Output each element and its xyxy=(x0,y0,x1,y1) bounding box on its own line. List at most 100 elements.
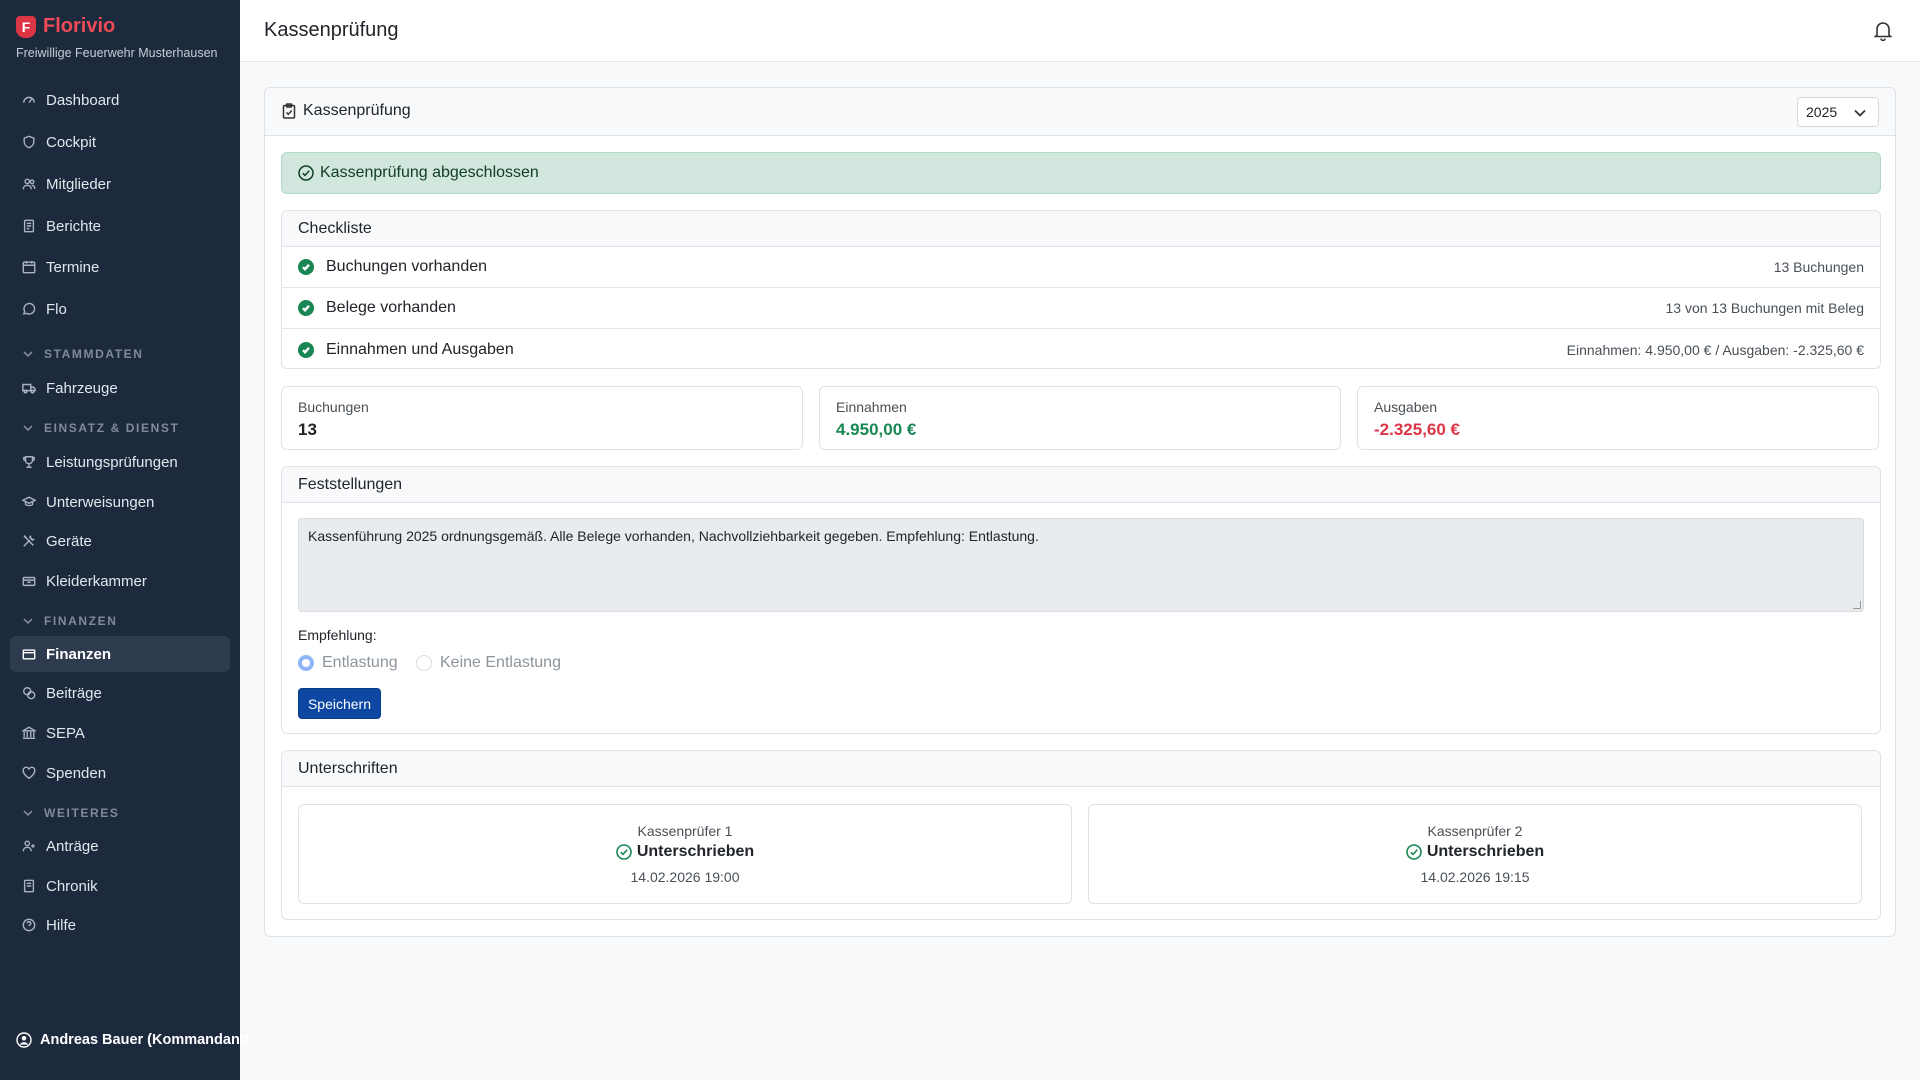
sidebar-item-label: Fahrzeuge xyxy=(46,379,118,397)
brand[interactable]: F Florivio xyxy=(16,15,115,38)
radio-selected-icon xyxy=(298,655,314,671)
sidebar-item-cockpit[interactable]: Cockpit xyxy=(10,124,230,160)
checklist-row: Einnahmen und Ausgaben Einnahmen: 4.950,… xyxy=(282,329,1880,370)
sidebar-item-label: Cockpit xyxy=(46,133,97,151)
section-weiteres[interactable]: WEITERES xyxy=(22,806,119,820)
check-filled-icon xyxy=(298,341,314,358)
sidebar-item-spenden[interactable]: Spenden xyxy=(10,755,230,791)
coins-icon xyxy=(22,686,36,700)
checklist-panel: Checkliste Buchungen vorhanden 13 Buchun… xyxy=(281,210,1881,369)
org-name: Freiwillige Feuerwehr Musterhausen xyxy=(16,46,218,60)
truck-icon xyxy=(22,381,36,395)
sidebar-item-label: Termine xyxy=(46,258,100,276)
stat-buchungen: Buchungen 13 xyxy=(281,386,803,450)
chevron-down-icon xyxy=(22,615,34,627)
sidebar-item-flo[interactable]: Flo xyxy=(10,291,230,327)
shield-icon xyxy=(22,135,36,149)
sidebar-item-label: SEPA xyxy=(46,724,85,742)
sidebar-item-leistungspruefungen[interactable]: Leistungsprüfungen xyxy=(10,444,230,480)
people-icon xyxy=(22,177,36,191)
sidebar-item-berichte[interactable]: Berichte xyxy=(10,208,230,244)
kassenpruefung-card: Kassenprüfung 2025 Kassenprüfung abgesch… xyxy=(264,87,1896,937)
sidebar-item-finanzen[interactable]: Finanzen xyxy=(10,636,230,672)
radio-unselected-icon xyxy=(416,655,432,671)
sidebar-item-hilfe[interactable]: Hilfe xyxy=(10,907,230,943)
box-icon xyxy=(22,574,36,588)
sidebar-item-mitglieder[interactable]: Mitglieder xyxy=(10,166,230,202)
section-finanzen[interactable]: FINANZEN xyxy=(22,614,117,628)
section-stammdaten[interactable]: STAMMDATEN xyxy=(22,347,144,361)
question-icon xyxy=(22,918,36,932)
sidebar-item-antraege[interactable]: Anträge xyxy=(10,828,230,864)
check-circle-icon xyxy=(1406,844,1422,860)
user-menu[interactable]: Andreas Bauer (Kommandant) xyxy=(16,1032,249,1048)
sidebar-item-beitraege[interactable]: Beiträge xyxy=(10,675,230,711)
sidebar-item-label: Dashboard xyxy=(46,91,120,109)
tools-icon xyxy=(22,534,36,548)
check-circle-icon xyxy=(298,165,314,181)
heart-icon xyxy=(22,766,36,780)
sidebar-item-label: Finanzen xyxy=(46,645,112,663)
wallet-icon xyxy=(22,647,36,661)
sidebar-item-sepa[interactable]: SEPA xyxy=(10,715,230,751)
bank-icon xyxy=(22,726,36,740)
sidebar-item-label: Chronik xyxy=(46,877,98,895)
checklist-row: Buchungen vorhanden 13 Buchungen xyxy=(282,247,1880,288)
mortarboard-icon xyxy=(22,495,36,509)
card-header: Kassenprüfung 2025 xyxy=(265,88,1895,136)
sidebar-item-label: Mitglieder xyxy=(46,175,112,193)
stat-ausgaben: Ausgaben -2.325,60 € xyxy=(1357,386,1879,450)
signatures-panel: Unterschriften Kassenprüfer 1 Unterschri… xyxy=(281,750,1881,920)
user-circle-icon xyxy=(16,1032,32,1048)
sidebar-item-dashboard[interactable]: Dashboard xyxy=(10,82,230,118)
section-einsatz-dienst[interactable]: EINSATZ & DIENST xyxy=(22,421,179,435)
chevron-down-icon xyxy=(1854,109,1866,117)
check-circle-icon xyxy=(616,844,632,860)
sidebar-item-label: Flo xyxy=(46,300,67,318)
bell-icon[interactable] xyxy=(1872,19,1894,42)
chevron-down-icon xyxy=(22,422,34,434)
sidebar-item-termine[interactable]: Termine xyxy=(10,249,230,285)
sidebar-item-label: Berichte xyxy=(46,217,102,235)
radio-entlastung[interactable]: Entlastung xyxy=(298,654,398,672)
sidebar-item-chronik[interactable]: Chronik xyxy=(10,868,230,904)
checklist-row: Belege vorhanden 13 von 13 Buchungen mit… xyxy=(282,288,1880,329)
chat-icon xyxy=(22,302,36,316)
florivio-logo-icon: F xyxy=(16,15,36,38)
calendar-icon xyxy=(22,260,36,274)
trophy-icon xyxy=(22,455,36,469)
sidebar-item-kleiderkammer[interactable]: Kleiderkammer xyxy=(10,563,230,599)
person-plus-icon xyxy=(22,839,36,853)
sidebar-item-label: Unterweisungen xyxy=(46,493,155,511)
sidebar-item-geraete[interactable]: Geräte xyxy=(10,523,230,559)
chevron-down-icon xyxy=(22,807,34,819)
sidebar: F Florivio Freiwillige Feuerwehr Musterh… xyxy=(0,0,249,1080)
findings-title: Feststellungen xyxy=(282,467,1880,503)
stat-einnahmen: Einnahmen 4.950,00 € xyxy=(819,386,1341,450)
top-header: Kassenprüfung xyxy=(240,0,1920,62)
check-filled-icon xyxy=(298,300,314,316)
checklist-title: Checkliste xyxy=(282,211,1880,247)
findings-textarea[interactable]: Kassenführung 2025 ordnungsgemäß. Alle B… xyxy=(298,518,1864,612)
clipboard-check-icon xyxy=(282,103,296,119)
status-alert: Kassenprüfung abgeschlossen xyxy=(281,152,1881,194)
year-select[interactable]: 2025 xyxy=(1797,97,1879,127)
document-icon xyxy=(22,219,36,233)
chevron-down-icon xyxy=(22,348,34,360)
save-button[interactable]: Speichern xyxy=(298,688,381,719)
sidebar-item-unterweisungen[interactable]: Unterweisungen xyxy=(10,484,230,520)
check-filled-icon xyxy=(298,259,314,275)
signatures-title: Unterschriften xyxy=(282,751,1880,787)
resize-handle-icon[interactable] xyxy=(1853,601,1861,609)
recommendation-label: Empfehlung: xyxy=(298,627,377,643)
user-name: Andreas Bauer (Kommandant) xyxy=(40,1032,250,1048)
sidebar-item-label: Spenden xyxy=(46,764,107,782)
radio-keine-entlastung[interactable]: Keine Entlastung xyxy=(416,654,561,672)
sidebar-item-label: Hilfe xyxy=(46,916,77,934)
page-title: Kassenprüfung xyxy=(264,19,399,41)
gauge-icon xyxy=(22,93,36,107)
sidebar-item-fahrzeuge[interactable]: Fahrzeuge xyxy=(10,370,230,406)
signature-card: Kassenprüfer 1 Unterschrieben 14.02.2026… xyxy=(298,804,1072,904)
journal-icon xyxy=(22,879,36,893)
sidebar-item-label: Beiträge xyxy=(46,684,102,702)
